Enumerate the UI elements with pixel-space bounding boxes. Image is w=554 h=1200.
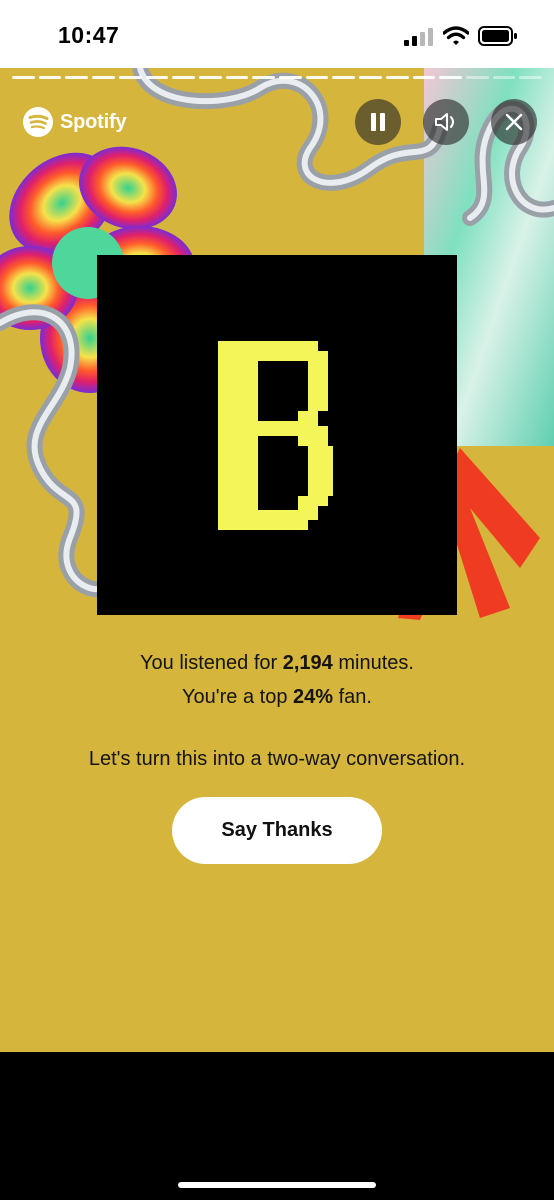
progress-segment bbox=[145, 76, 169, 79]
artist-artwork bbox=[97, 255, 457, 615]
signal-icon bbox=[404, 28, 433, 46]
pause-button[interactable] bbox=[355, 99, 401, 145]
minutes-value: 2,194 bbox=[282, 652, 333, 674]
minutes-stat: You listened for 2,194 minutes. bbox=[0, 652, 554, 675]
status-bar: 10:47 bbox=[0, 0, 554, 68]
progress-segment bbox=[519, 76, 543, 79]
battery-icon bbox=[478, 26, 517, 46]
spotify-logo: Spotify bbox=[22, 106, 127, 138]
progress-segment bbox=[332, 76, 356, 79]
fan-stat: You're a top 24% fan. bbox=[0, 686, 554, 709]
progress-segment bbox=[385, 76, 409, 79]
pixel-letter-b bbox=[218, 341, 333, 530]
progress-segment bbox=[412, 76, 436, 79]
progress-segment bbox=[359, 76, 382, 79]
progress-segment bbox=[65, 76, 89, 79]
progress-segment bbox=[12, 76, 35, 79]
progress-segment bbox=[279, 76, 302, 79]
progress-segment bbox=[38, 76, 62, 79]
progress-segment bbox=[252, 76, 276, 79]
fan-prefix: You're a top bbox=[182, 686, 293, 708]
progress-segment bbox=[492, 76, 516, 79]
pause-icon bbox=[371, 113, 385, 131]
progress-segment bbox=[92, 76, 115, 79]
fan-value: 24% bbox=[293, 686, 334, 708]
progress-segment bbox=[172, 76, 195, 79]
status-time: 10:47 bbox=[58, 22, 120, 48]
say-thanks-button[interactable]: Say Thanks bbox=[172, 797, 382, 864]
close-button[interactable] bbox=[491, 99, 537, 145]
progress-segment bbox=[439, 76, 462, 79]
brand-name: Spotify bbox=[60, 110, 127, 133]
progress-segment bbox=[198, 76, 222, 79]
wifi-icon bbox=[443, 26, 469, 45]
progress-segment bbox=[118, 76, 142, 79]
progress-segment bbox=[225, 76, 249, 79]
story-progress-bar bbox=[12, 76, 543, 80]
volume-icon bbox=[435, 113, 454, 131]
home-indicator[interactable] bbox=[178, 1182, 376, 1188]
volume-button[interactable] bbox=[423, 99, 469, 145]
progress-segment bbox=[465, 76, 489, 79]
story-card[interactable]: Spotify You listened for 2,194 minutes. … bbox=[0, 68, 554, 1052]
minutes-suffix: minutes. bbox=[332, 652, 414, 674]
close-icon bbox=[505, 113, 523, 131]
conversation-prompt: Let's turn this into a two-way conversat… bbox=[88, 748, 466, 770]
spotify-icon bbox=[23, 107, 53, 137]
minutes-prefix: You listened for bbox=[140, 652, 283, 674]
fan-suffix: fan. bbox=[333, 686, 372, 708]
progress-segment bbox=[305, 76, 329, 79]
